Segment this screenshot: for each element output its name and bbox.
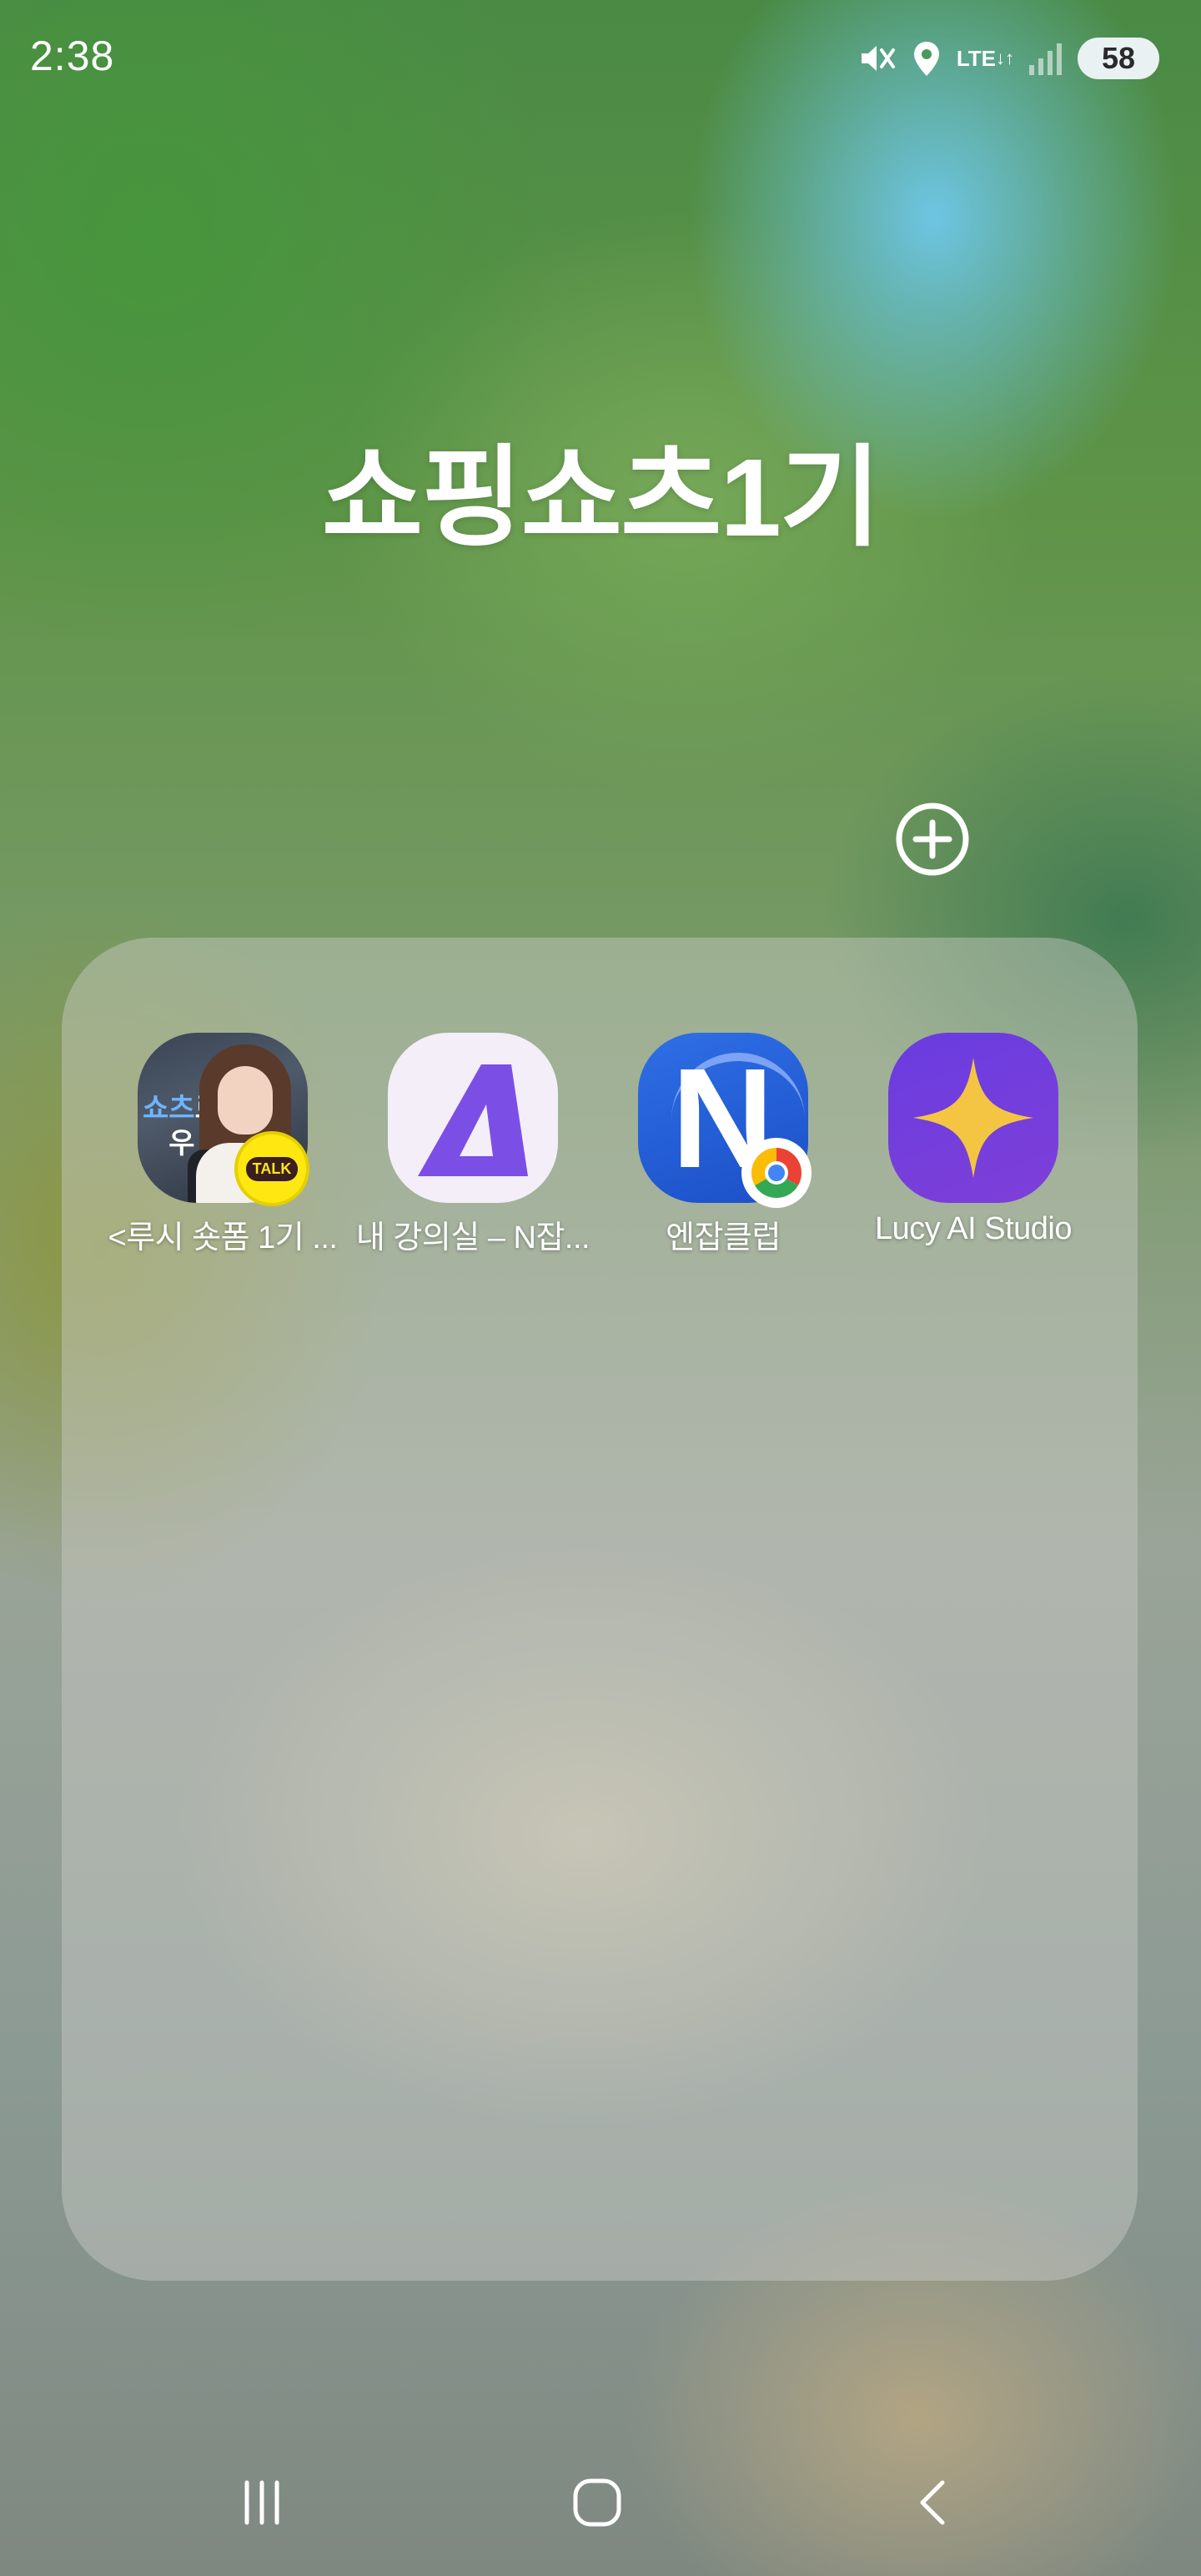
- kakaotalk-badge-icon: TALK: [234, 1131, 309, 1206]
- app-my-classroom[interactable]: 내 강의실 – N잡...: [352, 1033, 594, 1257]
- navigation-bar: [0, 2469, 1201, 2536]
- njob-n-logo-icon: N: [638, 1033, 812, 1208]
- recent-apps-button[interactable]: [229, 2469, 295, 2536]
- kakaotalk-chat-shortcut-icon: 쇼츠로 우 TALK: [138, 1033, 309, 1206]
- app-njob-club[interactable]: N 엔잡클럽: [602, 1033, 844, 1257]
- app-lucy-ai-studio[interactable]: Lucy AI Studio: [852, 1033, 1094, 1247]
- back-button[interactable]: [901, 2469, 967, 2536]
- add-app-button[interactable]: [892, 799, 972, 879]
- signal-icon: [1028, 40, 1064, 77]
- status-bar: 2:38 LTE ↓↑ 58: [0, 0, 1201, 117]
- mute-icon: [857, 38, 897, 78]
- home-button[interactable]: [564, 2469, 631, 2536]
- status-icons: LTE ↓↑ 58: [857, 33, 1159, 83]
- lte-icon: LTE ↓↑: [956, 46, 1014, 71]
- recent-apps-icon: [244, 2480, 279, 2525]
- app-label: 내 강의실 – N잡...: [355, 1220, 590, 1255]
- location-icon: [910, 38, 943, 78]
- app-label: 엔잡클럽: [666, 1220, 781, 1255]
- app-label: Lucy AI Studio: [875, 1211, 1072, 1246]
- app-label: <루시 숏폼 1기 ...: [108, 1220, 338, 1255]
- plus-circle-icon: [896, 802, 969, 876]
- four-point-star-logo-icon: [888, 1033, 1058, 1203]
- home-icon: [573, 2478, 621, 2527]
- academy-a-logo-icon: [388, 1033, 558, 1203]
- chrome-icon: [741, 1138, 812, 1208]
- battery-icon: 58: [1078, 38, 1159, 79]
- app-lucy-shortform-chat[interactable]: 쇼츠로 우 TALK <루시 숏폼 1기 ...: [102, 1033, 344, 1257]
- folder-title[interactable]: 쇼핑쇼츠1기: [0, 409, 1201, 568]
- clock: 2:38: [30, 33, 115, 79]
- back-icon: [920, 2480, 945, 2525]
- network-label: LTE: [956, 46, 996, 71]
